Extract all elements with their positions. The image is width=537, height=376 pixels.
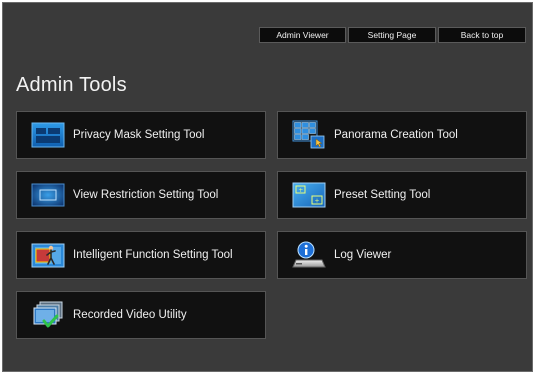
tool-label: Panorama Creation Tool <box>334 129 458 141</box>
preset-setting-tool-button[interactable]: + + Preset Setting Tool <box>277 171 527 219</box>
svg-text:+: + <box>298 187 303 194</box>
tool-label: Intelligent Function Setting Tool <box>73 249 233 261</box>
recorded-video-icon <box>33 301 63 328</box>
tool-label: Log Viewer <box>334 249 392 261</box>
view-restriction-setting-tool-button[interactable]: View Restriction Setting Tool <box>16 171 266 219</box>
tool-label: Privacy Mask Setting Tool <box>73 129 205 141</box>
panorama-creation-tool-button[interactable]: Panorama Creation Tool <box>277 111 527 159</box>
tool-label: Preset Setting Tool <box>334 189 431 201</box>
recorded-video-utility-button[interactable]: Recorded Video Utility <box>16 291 266 339</box>
admin-viewer-button[interactable]: Admin Viewer <box>259 27 346 43</box>
privacy-mask-icon <box>31 122 65 148</box>
page-title: Admin Tools <box>16 74 127 96</box>
svg-text:+: + <box>315 198 320 205</box>
view-restriction-icon <box>31 183 65 207</box>
setting-page-button[interactable]: Setting Page <box>348 27 436 43</box>
privacy-mask-setting-tool-button[interactable]: Privacy Mask Setting Tool <box>16 111 266 159</box>
preset-icon: + + <box>292 182 326 208</box>
tool-label: View Restriction Setting Tool <box>73 189 219 201</box>
log-viewer-button[interactable]: Log Viewer <box>277 231 527 279</box>
tool-label: Recorded Video Utility <box>73 309 187 321</box>
intelligent-function-setting-tool-button[interactable]: Intelligent Function Setting Tool <box>16 231 266 279</box>
back-to-top-button[interactable]: Back to top <box>438 27 526 43</box>
top-navigation: Admin Viewer Setting Page Back to top <box>259 27 526 43</box>
panorama-grid-icon <box>292 120 325 149</box>
intelligent-function-icon <box>31 243 65 268</box>
log-viewer-icon <box>292 241 326 268</box>
